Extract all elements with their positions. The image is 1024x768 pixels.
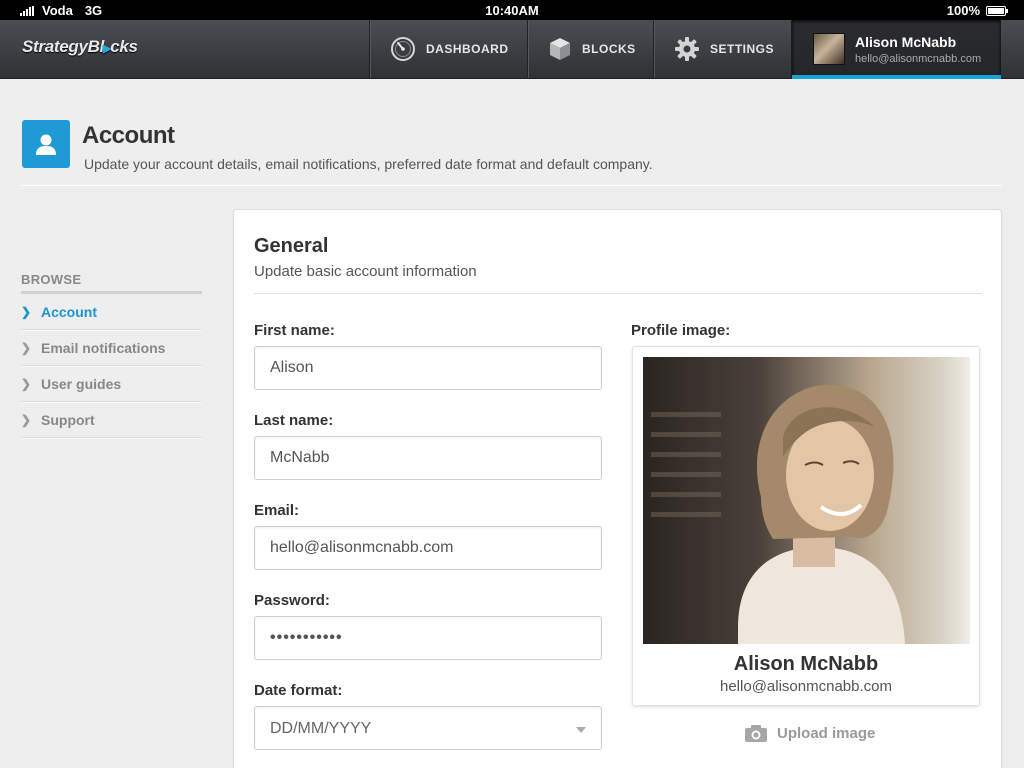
status-time: 10:40AM <box>485 3 539 18</box>
sidebar-item-account[interactable]: ❯ Account <box>21 294 202 330</box>
app-logo[interactable]: StrategyBl▶cks <box>22 37 138 57</box>
user-info: Alison McNabb hello@alisonmcnabb.com <box>855 34 981 65</box>
user-email: hello@alisonmcnabb.com <box>855 52 982 65</box>
date-format-select[interactable]: DD/MM/YYYY <box>254 706 602 750</box>
sidebar-item-label: Account <box>41 303 97 320</box>
nav-settings-label: SETTINGS <box>710 42 775 56</box>
profile-photo <box>643 357 970 644</box>
avatar <box>813 33 845 65</box>
last-name-label: Last name: <box>254 412 334 429</box>
email-field[interactable] <box>254 526 602 570</box>
general-settings-card: General Update basic account information… <box>233 209 1002 768</box>
chevron-right-icon: ❯ <box>21 376 32 391</box>
password-label: Password: <box>254 592 330 609</box>
logo-text-part1: Strategy <box>22 37 88 56</box>
card-subtitle: Update basic account information <box>254 263 477 280</box>
password-field[interactable] <box>254 616 602 660</box>
chevron-right-icon: ❯ <box>21 304 32 319</box>
last-name-field[interactable] <box>254 436 602 480</box>
cube-icon <box>550 38 570 60</box>
date-format-label: Date format: <box>254 682 343 699</box>
chevron-right-icon: ❯ <box>21 340 32 355</box>
first-name-label: First name: <box>254 322 335 339</box>
sidebar-item-label: Support <box>41 411 95 428</box>
nav-blocks[interactable]: BLOCKS <box>527 20 653 78</box>
top-navbar: StrategyBl▶cks DASHBOARD BLOCKS SETTINGS… <box>0 20 1024 79</box>
gear-icon <box>675 37 699 61</box>
first-name-field[interactable] <box>254 346 602 390</box>
battery-percent: 100% <box>946 3 980 18</box>
logo-text-part3: cks <box>110 37 138 56</box>
card-title: General <box>254 235 329 257</box>
nav-settings[interactable]: SETTINGS <box>653 20 791 78</box>
page-title: Account <box>82 122 175 149</box>
user-name: Alison McNabb <box>855 33 957 50</box>
status-bar: Voda 3G 10:40AM 100% <box>0 0 1024 20</box>
header-divider <box>21 185 1002 186</box>
profile-card: Alison McNabb hello@alisonmcnabb.com <box>632 346 980 706</box>
upload-image-button[interactable]: Upload image <box>744 723 875 743</box>
battery-icon <box>986 5 1008 16</box>
browse-title: BROWSE <box>21 272 82 287</box>
nav-blocks-label: BLOCKS <box>582 42 636 56</box>
nav-dashboard[interactable]: DASHBOARD <box>369 20 527 78</box>
profile-email: hello@alisonmcnabb.com <box>720 678 892 695</box>
sidebar-item-email-notifications[interactable]: ❯ Email notifications <box>21 330 202 366</box>
chevron-right-icon: ❯ <box>21 412 32 427</box>
active-indicator <box>792 75 1001 79</box>
logo-text-part2: Bl <box>87 37 105 56</box>
nav-dashboard-label: DASHBOARD <box>426 42 509 56</box>
sidebar-item-user-guides[interactable]: ❯ User guides <box>21 366 202 402</box>
profile-image-label: Profile image: <box>631 322 731 339</box>
page-subtitle: Update your account details, email notif… <box>84 156 653 172</box>
status-right: 100% <box>946 3 1008 18</box>
upload-image-label: Upload image <box>777 724 876 742</box>
profile-name: Alison McNabb <box>733 653 879 675</box>
sidebar-nav: ❯ Account ❯ Email notifications ❯ User g… <box>21 294 202 438</box>
camera-icon <box>745 725 767 742</box>
sidebar-item-support[interactable]: ❯ Support <box>21 402 202 438</box>
email-label: Email: <box>254 502 300 519</box>
sidebar-item-label: Email notifications <box>41 339 166 356</box>
card-divider <box>254 293 982 294</box>
user-icon <box>22 120 70 168</box>
sidebar-item-label: User guides <box>41 375 122 392</box>
nav-user-profile[interactable]: Alison McNabb hello@alisonmcnabb.com <box>791 20 1001 79</box>
gauge-icon <box>391 37 415 61</box>
